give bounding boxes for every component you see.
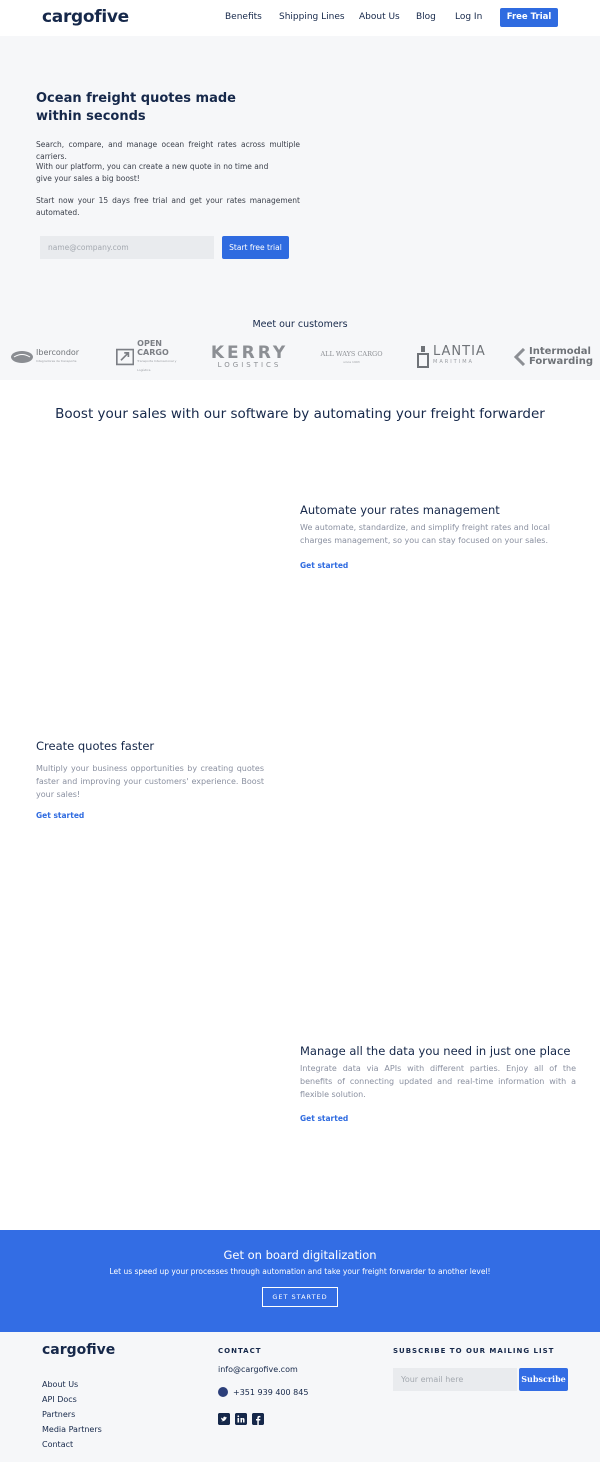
contact-email[interactable]: info@cargofive.com — [218, 1365, 298, 1374]
customer-logo-ibercondor: Ibercondor Integradores de transporte — [10, 342, 85, 372]
get-started-link-quotes[interactable]: Get started — [36, 811, 84, 820]
nav-link-about-us[interactable]: About Us — [359, 12, 400, 22]
logo[interactable]: cargofive — [42, 7, 129, 27]
subscribe-heading: SUBSCRIBE TO OUR MAILING LIST — [393, 1347, 555, 1355]
feature-title-data: Manage all the data you need in just one… — [300, 1044, 571, 1058]
customer-logo-open-cargo: OPEN CARGO Transporte Internacional y Lo… — [116, 339, 186, 372]
footer-link-partners[interactable]: Partners — [42, 1410, 75, 1419]
subscribe-email-input[interactable] — [393, 1368, 517, 1391]
hero-paragraph-2: With our platform, you can create a new … — [36, 162, 269, 183]
customers-title: Meet our customers — [252, 319, 348, 330]
hero-title: Ocean freight quotes made within seconds — [36, 91, 236, 124]
customer-logo-lantia: LANTIA MARITIMA — [416, 342, 491, 372]
nav-link-blog[interactable]: Blog — [416, 12, 436, 22]
footer-link-api-docs[interactable]: API Docs — [42, 1395, 77, 1404]
feature-text-quotes: Multiply your business opportunities by … — [36, 764, 264, 799]
customer-logo-intermodal-forwarding: Intermodal Forwarding — [514, 342, 594, 372]
feature-text-data: Integrate data via APIs with different p… — [300, 1064, 576, 1099]
nav-link-benefits[interactable]: Benefits — [225, 12, 262, 22]
start-free-trial-button[interactable]: Start free trial — [222, 236, 289, 259]
phone-icon — [218, 1387, 228, 1397]
footer: cargofive About Us API Docs Partners Med… — [0, 1332, 600, 1462]
cta-subtitle: Let us speed up your processes through a… — [109, 1267, 491, 1276]
hero-paragraph-3: Start now your 15 days free trial and ge… — [36, 196, 300, 217]
get-started-link-data[interactable]: Get started — [300, 1114, 348, 1123]
cta-title: Get on board digitalization — [223, 1248, 377, 1262]
feature-title-rates: Automate your rates management — [300, 503, 500, 517]
contact-heading: CONTACT — [218, 1347, 262, 1355]
feature-title-quotes: Create quotes faster — [36, 739, 155, 753]
facebook-icon[interactable] — [252, 1413, 264, 1425]
customer-logo-kerry: KERRY LOGISTICS — [210, 343, 289, 370]
footer-link-contact[interactable]: Contact — [42, 1440, 73, 1449]
get-started-button[interactable]: GET STARTED — [262, 1287, 338, 1307]
footer-link-about-us[interactable]: About Us — [42, 1380, 78, 1389]
features-heading: Boost your sales with our software by au… — [55, 406, 545, 422]
hero-paragraph-1: Search, compare, and manage ocean freigh… — [36, 140, 300, 161]
customer-logo-all-ways-cargo: ALL WAYS CARGO since 1993 — [320, 350, 383, 364]
cta-band: Get on board digitalization Let us speed… — [0, 1230, 600, 1332]
nav-link-login[interactable]: Log In — [455, 12, 482, 22]
linkedin-icon[interactable] — [235, 1413, 247, 1425]
feature-text-rates: We automate, standardize, and simplify f… — [300, 523, 551, 545]
top-nav: cargofive Benefits Shipping Lines About … — [0, 0, 600, 36]
footer-logo[interactable]: cargofive — [42, 1342, 115, 1358]
email-input[interactable] — [40, 236, 214, 259]
nav-link-shipping-lines[interactable]: Shipping Lines — [279, 12, 345, 22]
hero-section: Ocean freight quotes made within seconds… — [0, 36, 600, 380]
contact-phone[interactable]: +351 939 400 845 — [233, 1388, 308, 1397]
twitter-icon[interactable] — [218, 1413, 230, 1425]
customer-logos: Ibercondor Integradores de transporte OP… — [0, 339, 600, 372]
footer-link-media-partners[interactable]: Media Partners — [42, 1425, 102, 1434]
subscribe-button[interactable]: Subscribe — [519, 1368, 568, 1391]
get-started-link-rates[interactable]: Get started — [300, 561, 348, 570]
free-trial-button[interactable]: Free Trial — [500, 8, 558, 27]
